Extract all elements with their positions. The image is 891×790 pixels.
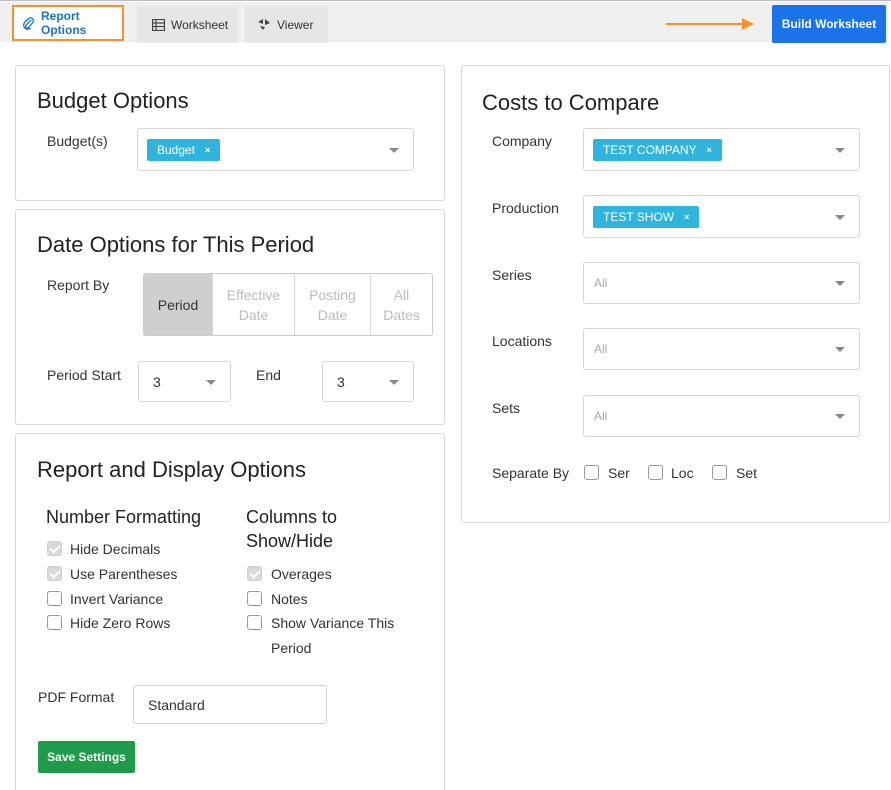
chevron-down-icon [389,147,399,153]
segment-effective-date[interactable]: Effective Date [212,274,294,335]
hide-decimals-checkbox[interactable] [47,541,62,556]
number-formatting-title: Number Formatting [46,507,202,527]
chevron-down-icon [835,214,845,220]
show-variance-label-line2: Period [271,640,312,656]
end-select[interactable]: 3 [322,361,414,402]
sets-select[interactable]: All [583,395,860,437]
save-settings-button[interactable]: Save Settings [38,741,135,773]
chevron-down-icon [389,379,399,385]
paperclip-icon [22,16,35,30]
hide-zero-rows-label: Hide Zero Rows [70,615,171,631]
sets-label: Sets [492,400,521,416]
series-placeholder: All [594,276,608,290]
chevron-down-icon [835,281,845,286]
tab-viewer[interactable]: Viewer [245,6,328,43]
segment-all-dates[interactable]: All Dates [370,274,432,335]
series-select[interactable]: All [583,262,860,304]
chevron-down-icon [835,147,845,153]
tab-worksheet[interactable]: Worksheet [137,6,238,43]
segment-period[interactable]: Period [144,274,212,335]
company-select[interactable]: TEST COMPANY × [583,128,860,171]
production-label: Production [492,200,559,216]
viewer-icon [257,18,271,32]
chip-remove-icon[interactable]: × [707,145,712,155]
tab-viewer-label: Viewer [277,17,314,32]
locations-select[interactable]: All [583,328,860,370]
production-select[interactable]: TEST SHOW × [583,195,860,238]
company-label: Company [492,133,552,149]
columns-title-line1: Columns to [246,507,338,527]
display-options-title: Report and Display Options [37,457,307,482]
chip-remove-icon[interactable]: × [205,145,210,155]
report-by-label: Report By [47,277,110,293]
date-options-title: Date Options for This Period [37,232,315,257]
segment-posting-date[interactable]: Posting Date [294,274,370,335]
use-parentheses-label: Use Parentheses [70,566,178,582]
budgets-label: Budget(s) [47,133,108,149]
end-value: 3 [337,373,345,390]
table-icon [151,18,165,32]
separate-by-loc-checkbox[interactable] [648,465,663,480]
tab-report-options[interactable]: Report Options [12,5,124,41]
end-label: End [256,367,281,383]
hide-zero-rows-checkbox[interactable] [47,615,62,630]
chevron-down-icon [835,414,845,419]
separate-by-loc-label: Loc [671,465,694,481]
company-chip: TEST COMPANY × [593,138,722,161]
chip-remove-icon[interactable]: × [684,212,689,222]
display-options-panel [15,433,445,790]
report-by-segmented-control: Period Effective Date Posting Date All D… [143,273,433,336]
show-variance-checkbox[interactable] [247,615,262,630]
separate-by-set-checkbox[interactable] [712,465,727,480]
separate-by-ser-label: Ser [608,465,630,481]
period-start-select[interactable]: 3 [138,361,231,402]
production-chip: TEST SHOW × [593,205,700,228]
period-start-value: 3 [153,373,161,390]
locations-placeholder: All [594,342,608,356]
build-worksheet-button[interactable]: Build Worksheet [772,5,886,43]
separate-by-set-label: Set [736,465,758,481]
separate-by-label: Separate By [492,465,570,481]
costs-to-compare-title: Costs to Compare [482,90,660,115]
pdf-format-label: PDF Format [38,689,115,705]
budgets-select[interactable]: Budget × [137,128,414,171]
overages-checkbox[interactable] [247,566,262,581]
sets-placeholder: All [594,409,608,423]
budget-chip-label: Budget [157,142,196,157]
show-variance-label: Show Variance This [271,615,395,631]
overages-label: Overages [271,566,332,582]
budget-options-title: Budget Options [37,88,189,113]
use-parentheses-checkbox[interactable] [47,566,62,581]
period-start-label: Period Start [47,367,121,383]
notes-checkbox[interactable] [247,591,262,606]
hide-decimals-label: Hide Decimals [70,541,161,557]
pdf-format-input[interactable] [133,685,327,724]
top-bar: Report Options Worksheet Viewer Build Wo… [0,0,891,43]
production-chip-label: TEST SHOW [603,209,675,224]
chevron-down-icon [206,379,216,385]
tab-report-options-label: Report Options [41,9,87,37]
invert-variance-label: Invert Variance [70,591,164,607]
arrow-right-icon [666,18,754,30]
chevron-down-icon [835,347,845,352]
notes-label: Notes [271,591,308,607]
series-label: Series [492,267,532,283]
tab-worksheet-label: Worksheet [171,17,229,32]
budget-chip: Budget × [147,138,221,161]
invert-variance-checkbox[interactable] [47,591,62,606]
locations-label: Locations [492,333,552,349]
separate-by-ser-checkbox[interactable] [584,465,599,480]
columns-title-line2: Show/Hide [246,531,334,551]
company-chip-label: TEST COMPANY [603,142,697,157]
